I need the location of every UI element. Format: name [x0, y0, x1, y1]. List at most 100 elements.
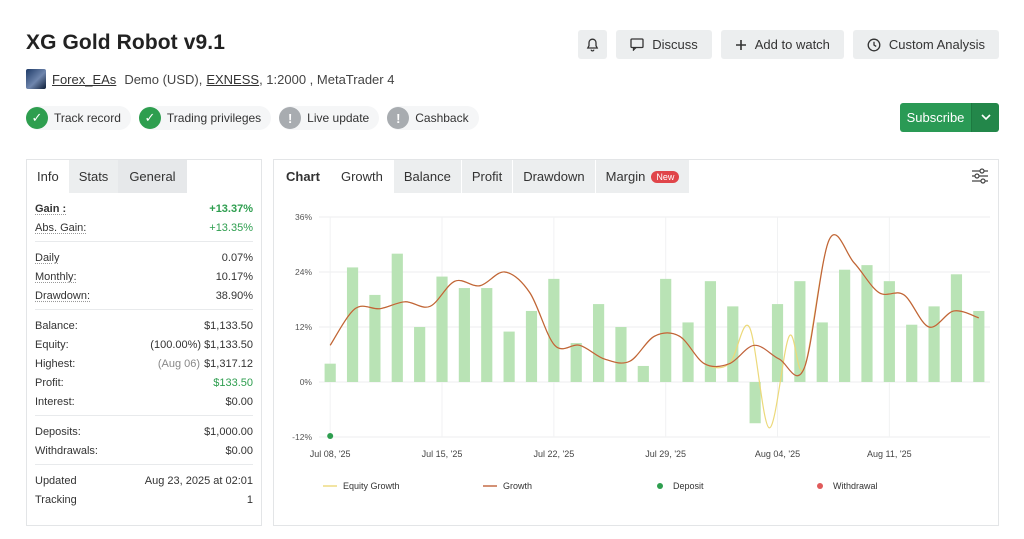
- y-tick-label: 36%: [295, 212, 312, 222]
- badge-cashback[interactable]: ! Cashback: [387, 106, 479, 130]
- stat-label: Equity:: [35, 338, 69, 351]
- stat-label: Tracking: [35, 493, 77, 506]
- author-link[interactable]: Forex_EAs: [52, 72, 116, 87]
- badge-trading-privileges[interactable]: ✓ Trading privileges: [138, 106, 272, 130]
- growth-bar: [794, 281, 806, 382]
- subscribe-button[interactable]: Subscribe: [900, 103, 971, 132]
- stat-label: Interest:: [35, 395, 75, 408]
- stat-highest-date: (Aug 06): [157, 357, 201, 370]
- x-tick-label: Aug 11, '25: [867, 449, 912, 459]
- x-tick-label: Jul 08, '25: [310, 449, 351, 459]
- legend-swatch: [657, 483, 663, 489]
- badge-label: Live update: [307, 111, 370, 125]
- stat-value: Aug 23, 2025 at 02:01: [144, 474, 253, 487]
- badge-label: Cashback: [415, 111, 469, 125]
- y-tick-label: -12%: [292, 432, 312, 442]
- tab-general[interactable]: General: [118, 160, 187, 193]
- clock-icon: [867, 38, 881, 51]
- discuss-label: Discuss: [652, 37, 698, 52]
- stat-monthly: Monthly: 10.17%: [35, 267, 253, 286]
- stats-tabs: Info Stats General: [27, 160, 261, 193]
- stat-value: 10.17%: [215, 270, 253, 283]
- stat-equity-percent: (100.00%): [150, 338, 202, 351]
- stat-value: $0.00: [225, 395, 253, 408]
- stat-value: $1,133.50: [204, 338, 253, 351]
- stat-value: $133.50: [213, 376, 253, 389]
- discuss-button[interactable]: Discuss: [616, 30, 712, 59]
- chart-settings-button[interactable]: [971, 168, 989, 189]
- x-tick-label: Aug 04, '25: [755, 449, 800, 459]
- growth-bar: [503, 331, 515, 382]
- growth-bar: [973, 310, 985, 382]
- growth-bar: [906, 324, 918, 382]
- sliders-icon: [972, 168, 988, 184]
- stat-value: 1: [246, 493, 253, 506]
- badge-label: Trading privileges: [166, 111, 262, 125]
- page-title: XG Gold Robot v9.1: [26, 31, 225, 54]
- chart-tabs: Chart Growth Balance Profit Drawdown Mar…: [274, 160, 998, 193]
- growth-bar: [548, 278, 560, 382]
- growth-bar: [525, 310, 538, 382]
- badge-live-update[interactable]: ! Live update: [279, 106, 380, 130]
- growth-bar: [458, 288, 470, 382]
- subscribe-control: Subscribe: [900, 103, 999, 132]
- stat-value: 38.90%: [215, 289, 253, 302]
- stat-label: Balance:: [35, 319, 78, 332]
- tab-drawdown[interactable]: Drawdown: [513, 160, 595, 193]
- stat-label: Profit:: [35, 376, 64, 389]
- tab-margin[interactable]: Margin New: [595, 160, 690, 193]
- stat-label: Withdrawals:: [35, 444, 98, 457]
- tab-growth[interactable]: Growth: [330, 160, 393, 193]
- broker-link[interactable]: EXNESS: [206, 72, 259, 87]
- growth-bar: [816, 322, 828, 382]
- leverage-platform: , 1:2000 , MetaTrader 4: [259, 71, 395, 87]
- stat-value: $1,000.00: [204, 425, 253, 438]
- growth-bar: [727, 306, 739, 382]
- check-icon: ✓: [138, 107, 161, 129]
- badge-track-record[interactable]: ✓ Track record: [26, 106, 131, 130]
- tab-stats[interactable]: Stats: [68, 160, 119, 193]
- tab-balance[interactable]: Balance: [393, 160, 461, 193]
- check-icon: ✓: [26, 107, 48, 129]
- stat-deposits: Deposits: $1,000.00: [35, 422, 253, 441]
- legend-swatch: [817, 483, 823, 489]
- tab-profit[interactable]: Profit: [461, 160, 513, 193]
- growth-bar: [391, 253, 403, 382]
- growth-bar: [436, 276, 448, 382]
- growth-bar: [749, 382, 761, 424]
- legend-label: Withdrawal: [833, 481, 878, 491]
- growth-bar: [637, 365, 649, 382]
- growth-line: [329, 234, 980, 377]
- deposit-marker: [327, 433, 334, 439]
- stat-balance: Balance: $1,133.50: [35, 316, 253, 335]
- stat-label: Monthly:: [35, 270, 77, 283]
- growth-bar: [771, 304, 784, 382]
- stat-label: Abs. Gain:: [35, 221, 87, 234]
- growth-bar: [861, 265, 873, 382]
- stats-panel: Info Stats General Gain : +13.37% Abs. Ga…: [26, 159, 262, 526]
- chevron-down-icon: [980, 114, 991, 121]
- add-to-watch-button[interactable]: Add to watch: [720, 30, 844, 59]
- custom-analysis-label: Custom Analysis: [888, 37, 985, 52]
- stat-label: Updated: [35, 474, 77, 487]
- tab-margin-label: Margin: [605, 169, 646, 184]
- x-tick-label: Jul 15, '25: [422, 449, 463, 459]
- stat-equity: Equity: (100.00%) $1,133.50: [35, 335, 253, 354]
- notify-button[interactable]: [578, 30, 608, 59]
- stat-label: Daily: [35, 251, 60, 264]
- add-to-watch-label: Add to watch: [754, 37, 830, 52]
- stat-value: $1,133.50: [204, 319, 253, 332]
- stat-label: Drawdown:: [35, 289, 91, 302]
- growth-bar: [950, 274, 963, 382]
- custom-analysis-button[interactable]: Custom Analysis: [852, 30, 999, 59]
- stat-label: Highest:: [35, 357, 76, 370]
- account-type: Demo (USD),: [124, 71, 203, 87]
- subscribe-dropdown[interactable]: [971, 103, 999, 132]
- growth-chart: 36% 24% 12% 0% -12% Jul 08, '25 Jul 15, '25 Jul…: [292, 212, 990, 491]
- tab-info[interactable]: Info: [27, 160, 69, 193]
- divider: [35, 415, 253, 416]
- stat-daily: Daily 0.07%: [35, 248, 253, 267]
- growth-bar: [660, 278, 672, 382]
- header-actions: Discuss Add to watch Custom Analysis: [578, 30, 999, 59]
- stat-value: $0.00: [225, 444, 253, 457]
